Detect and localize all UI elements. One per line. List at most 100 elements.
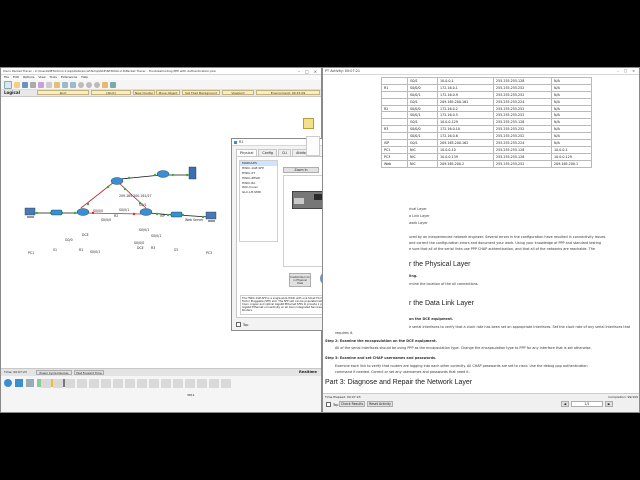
menu-view[interactable]: View xyxy=(38,75,45,80)
zoom-in-icon[interactable] xyxy=(78,81,84,88)
label-r2-g01: G0/1 xyxy=(139,203,147,207)
routers-category-icon[interactable] xyxy=(4,379,12,387)
router-r3-icon[interactable] xyxy=(139,208,153,216)
menu-options[interactable]: Options xyxy=(23,75,35,80)
table-cell: 10.0.0.10 xyxy=(437,145,494,154)
switch-s3-icon[interactable] xyxy=(170,211,183,218)
device-4321-icon[interactable] xyxy=(41,379,51,388)
table-cell: 255.255.255.252 xyxy=(493,83,552,92)
save-icon[interactable] xyxy=(22,81,28,88)
minimize-icon[interactable]: – xyxy=(617,69,619,73)
router-r1-icon[interactable] xyxy=(76,208,90,216)
device-819iox-icon[interactable] xyxy=(89,379,99,388)
tab-cli[interactable]: CLI xyxy=(278,149,292,156)
new-cluster-button[interactable]: New Cluster xyxy=(133,90,155,95)
router-r2-icon[interactable] xyxy=(110,177,124,185)
reset-activity-button[interactable]: Reset Activity xyxy=(367,401,393,407)
environment-button[interactable]: Environment: 00:15:09 xyxy=(256,90,320,95)
switches-category-icon[interactable] xyxy=(15,379,23,387)
realtime-label[interactable]: Realtime xyxy=(299,370,317,374)
device-819hgw-icon[interactable] xyxy=(101,379,111,388)
close-icon[interactable]: × xyxy=(632,69,635,73)
checkbox-box[interactable] xyxy=(236,322,241,327)
open-icon[interactable] xyxy=(14,81,20,88)
palette-icon[interactable] xyxy=(102,81,108,88)
status-dot xyxy=(35,211,39,215)
workspace-logical-label[interactable]: Logical xyxy=(4,90,20,95)
switch-s1-icon[interactable] xyxy=(50,209,63,216)
power-cycle-button[interactable]: Power Cycle Devices xyxy=(36,370,72,375)
device-icon[interactable] xyxy=(110,81,116,88)
device-pt-icon[interactable] xyxy=(209,379,219,388)
label-r3-s000: S0/0/0 xyxy=(134,241,145,245)
viewport-button[interactable]: Viewport xyxy=(222,90,254,95)
status-dot xyxy=(155,212,159,216)
sticky-note[interactable] xyxy=(303,118,314,129)
device-generic2-icon[interactable] xyxy=(149,379,159,388)
device-2620-icon[interactable] xyxy=(173,379,183,388)
info-icon[interactable] xyxy=(312,82,318,88)
window-controls[interactable]: – □ × xyxy=(298,69,319,74)
menu-help[interactable]: Help xyxy=(81,75,88,80)
activity-top-checkbox[interactable]: Top xyxy=(326,402,338,407)
print-icon[interactable] xyxy=(30,81,36,88)
prev-page-button[interactable]: ◀ xyxy=(561,401,569,407)
device-ptempty-icon[interactable] xyxy=(221,379,231,388)
status-dot xyxy=(127,176,131,180)
router-power-switch[interactable] xyxy=(294,198,304,204)
part1-heading: r the Physical Layer xyxy=(409,261,471,268)
table-cell: 255.255.255.252 xyxy=(493,159,552,168)
checkbox-box[interactable] xyxy=(326,402,331,407)
table-cell: N/A xyxy=(551,139,592,147)
device-1240-icon[interactable] xyxy=(125,379,135,388)
new-icon[interactable] xyxy=(4,80,12,89)
objective-3: work Layer xyxy=(409,221,428,225)
move-object-button[interactable]: Move Object xyxy=(156,90,180,95)
table-cell: 10.0.0.1 xyxy=(437,77,494,85)
label-pc3: PC3 xyxy=(206,251,213,255)
fast-forward-button[interactable]: Fast Forward Time xyxy=(74,370,104,375)
device-1941-icon[interactable] xyxy=(53,379,63,388)
module-glc-lh-smd[interactable]: GLC-LH-SMD xyxy=(240,190,277,195)
zoom-out-icon[interactable] xyxy=(94,81,100,88)
web-server-icon[interactable] xyxy=(188,166,197,180)
maximize-icon[interactable]: □ xyxy=(624,69,627,73)
device-1841-icon[interactable] xyxy=(161,379,171,388)
tab-config[interactable]: Config xyxy=(258,149,277,156)
modules-list[interactable]: MODULES HWIC-1GE-SFP HWIC-2T HWIC-4ESW H… xyxy=(239,160,278,242)
device-829-icon[interactable] xyxy=(113,379,123,388)
label-dce-r3: DCE xyxy=(137,246,144,250)
redo-icon[interactable] xyxy=(70,81,76,88)
device-2621-icon[interactable] xyxy=(185,379,195,388)
label-web-server: Web Server xyxy=(185,218,204,222)
tiled-background-button[interactable]: Set Tiled Background xyxy=(182,90,220,95)
maximize-icon[interactable]: □ xyxy=(305,69,309,74)
check-results-button[interactable]: Check Results xyxy=(339,401,365,407)
minimize-icon[interactable]: – xyxy=(298,69,300,74)
r1-top-checkbox[interactable]: Top xyxy=(236,322,248,327)
next-page-button[interactable]: ▶ xyxy=(605,401,613,407)
zoom-in-button[interactable]: Zoom In xyxy=(283,167,319,173)
label-r2-s001: S0/0/1 xyxy=(119,208,130,212)
router-isp-icon[interactable] xyxy=(156,170,170,178)
menu-edit[interactable]: Edit xyxy=(13,75,19,80)
root-path[interactable]: [Root] xyxy=(91,90,131,95)
paste-icon[interactable] xyxy=(54,81,60,88)
undo-icon[interactable] xyxy=(62,81,68,88)
customize-physical-button[interactable]: Customize Icon in Physical View xyxy=(289,273,311,287)
zoom-reset-icon[interactable] xyxy=(86,81,92,88)
close-icon[interactable]: × xyxy=(314,69,317,74)
table-cell: N/A xyxy=(551,104,592,113)
device-2811-icon[interactable] xyxy=(197,379,207,388)
device-2911-icon[interactable] xyxy=(77,379,87,388)
menu-file[interactable]: File xyxy=(4,75,9,80)
menu-extensions[interactable]: Extensions xyxy=(61,75,77,80)
copy-icon[interactable] xyxy=(46,81,52,88)
menu-tools[interactable]: Tools xyxy=(50,75,57,80)
device-2901-icon[interactable] xyxy=(65,379,75,388)
wizard-icon[interactable] xyxy=(38,81,44,88)
hubs-category-icon[interactable] xyxy=(26,379,34,387)
tab-physical[interactable]: Physical xyxy=(236,149,258,156)
root-button[interactable]: Root xyxy=(37,90,89,95)
device-generic-icon[interactable] xyxy=(137,379,147,388)
